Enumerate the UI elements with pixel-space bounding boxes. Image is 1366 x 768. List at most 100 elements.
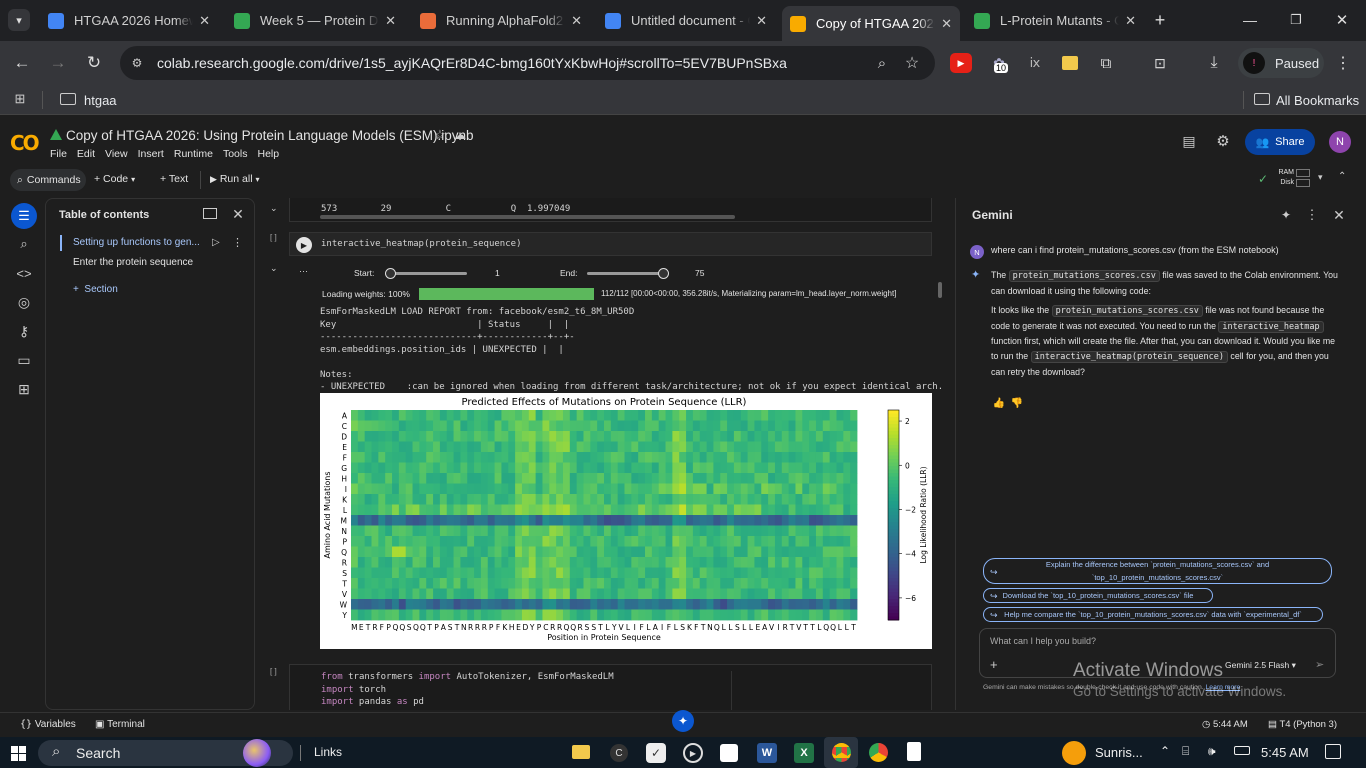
youtube-extension-icon[interactable]: ▶ bbox=[950, 53, 972, 73]
suggestion-chip-1[interactable]: ↪ Explain the difference between `protein… bbox=[983, 558, 1332, 584]
data-table-icon[interactable]: ⊞ bbox=[14, 379, 34, 399]
store-app-icon[interactable] bbox=[720, 744, 738, 762]
gemini-menu-icon[interactable]: ⋮ bbox=[1304, 207, 1320, 223]
code-cell[interactable]: ▶ interactive_heatmap(protein_sequence) bbox=[289, 232, 932, 256]
comments-icon[interactable]: ▤ bbox=[1180, 132, 1198, 150]
menu-edit[interactable]: Edit bbox=[77, 148, 95, 160]
terminal-button[interactable]: ▣ Terminal bbox=[95, 719, 145, 730]
close-tab-icon[interactable]: ✕ bbox=[756, 13, 767, 29]
browser-tab[interactable]: Week 5 — Protein Design✕ bbox=[226, 6, 404, 35]
links-toolbar[interactable]: Links bbox=[314, 745, 342, 759]
puzzle-extensions-icon[interactable]: ⧉ bbox=[1096, 53, 1116, 73]
browser-tab[interactable]: Untitled document - Google Docs✕ bbox=[597, 6, 775, 35]
files-folder-icon[interactable]: ▭ bbox=[14, 350, 34, 370]
run-cell-play-icon[interactable]: ▶ bbox=[296, 237, 312, 253]
close-tab-icon[interactable]: ✕ bbox=[941, 16, 952, 32]
settings-gear-icon[interactable]: ⚙ bbox=[1214, 132, 1232, 150]
resources-dropdown-icon[interactable]: ▾ bbox=[1318, 172, 1323, 183]
menu-runtime[interactable]: Runtime bbox=[174, 148, 213, 160]
suggestion-chip-2[interactable]: ↪ Download the `top_10_protein_mutations_… bbox=[983, 588, 1213, 603]
close-panel-icon[interactable]: ✕ bbox=[230, 206, 246, 222]
runtime-status[interactable]: ▤ T4 (Python 3) bbox=[1268, 719, 1337, 730]
minimize-icon[interactable]: — bbox=[1240, 10, 1260, 30]
url-text[interactable]: colab.research.google.com/drive/1s5_ayjK… bbox=[157, 55, 787, 71]
apps-grid-icon[interactable]: ⊞ bbox=[12, 91, 28, 107]
notebook-title[interactable]: Copy of HTGAA 2026: Using Protein Langua… bbox=[66, 128, 473, 143]
taskbar-search-box[interactable]: ⌕ Search bbox=[38, 739, 293, 767]
close-window-icon[interactable]: ✕ bbox=[1332, 10, 1352, 30]
toc-item-menu-icon[interactable]: ⋮ bbox=[232, 236, 243, 249]
browser-tab[interactable]: HTGAA 2026 Homework✕ bbox=[40, 6, 218, 35]
word-icon[interactable]: W bbox=[757, 743, 777, 763]
browser-tab[interactable]: Copy of HTGAA 2026: Using✕ bbox=[782, 6, 960, 41]
variables-button[interactable]: {} Variables bbox=[20, 719, 76, 730]
menu-tools[interactable]: Tools bbox=[223, 148, 248, 160]
menu-file[interactable]: File bbox=[50, 148, 67, 160]
all-bookmarks-link[interactable]: All Bookmarks bbox=[1276, 93, 1359, 108]
open-in-tab-icon[interactable] bbox=[203, 208, 217, 219]
start-slider[interactable] bbox=[385, 268, 467, 279]
gemini-fab-icon[interactable]: ✦ bbox=[672, 710, 694, 732]
download-icon[interactable]: ⤓ bbox=[1204, 53, 1224, 73]
chrome-icon[interactable] bbox=[832, 743, 851, 762]
next-cell-source[interactable]: from transformers import AutoTokenizer, … bbox=[321, 671, 614, 709]
new-tab-icon[interactable]: + bbox=[1150, 10, 1170, 30]
cell-source[interactable]: interactive_heatmap(protein_sequence) bbox=[321, 238, 521, 251]
back-icon[interactable]: ← bbox=[12, 53, 32, 73]
suggestion-chip-3[interactable]: ↪ Help me compare the `top_10_protein_mut… bbox=[983, 607, 1323, 622]
star-notebook-icon[interactable]: ☆ bbox=[432, 127, 448, 143]
chrome-menu-icon[interactable]: ⋮ bbox=[1335, 53, 1351, 73]
colab-logo[interactable]: CO bbox=[10, 131, 40, 155]
forward-icon[interactable]: → bbox=[48, 53, 68, 73]
next-code-cell[interactable]: from transformers import AutoTokenizer, … bbox=[289, 664, 932, 710]
add-section-button[interactable]: + Section bbox=[73, 284, 118, 295]
excel-icon[interactable]: X bbox=[794, 743, 814, 763]
gemini-input[interactable]: What can I help you build? bbox=[990, 636, 1096, 646]
menu-insert[interactable]: Insert bbox=[138, 148, 164, 160]
toc-item-setup[interactable]: Setting up functions to gen... bbox=[73, 237, 200, 248]
send-icon[interactable]: ➢ bbox=[1315, 658, 1324, 671]
site-info-icon[interactable]: ⚙ bbox=[128, 54, 146, 72]
sparkle-new-chat-icon[interactable]: ✦ bbox=[1278, 207, 1294, 223]
close-tab-icon[interactable]: ✕ bbox=[1125, 13, 1136, 29]
output-scrollbar[interactable] bbox=[938, 282, 942, 298]
output-collapse-chevron-icon[interactable]: ⌄ bbox=[270, 263, 278, 274]
add-text-button[interactable]: + Text bbox=[160, 173, 188, 185]
browser-tab[interactable]: L-Protein Mutants - Google Sheets✕ bbox=[966, 6, 1144, 35]
network-icon[interactable]: ⌸ bbox=[1182, 744, 1189, 759]
reload-icon[interactable]: ↻ bbox=[84, 53, 104, 73]
file-explorer-icon[interactable] bbox=[572, 745, 590, 759]
find-replace-icon[interactable]: ⌕ bbox=[14, 234, 34, 254]
account-avatar[interactable]: N bbox=[1329, 131, 1351, 153]
profile-paused-button[interactable]: ! Paused bbox=[1238, 48, 1324, 78]
taskbar-clock[interactable]: 5:45 AM bbox=[1261, 745, 1309, 760]
run-section-play-icon[interactable]: ▷ bbox=[212, 237, 220, 248]
tray-chevron-icon[interactable]: ⌃ bbox=[1160, 744, 1170, 758]
folder-extension-icon[interactable] bbox=[1062, 56, 1078, 70]
restore-icon[interactable]: ❐ bbox=[1286, 10, 1306, 30]
close-tab-icon[interactable]: ✕ bbox=[571, 13, 582, 29]
menu-help[interactable]: Help bbox=[257, 148, 279, 160]
toc-list-icon[interactable]: ☰ bbox=[11, 203, 37, 229]
bookmark-folder-htgaa[interactable]: htgaa bbox=[84, 93, 117, 108]
toc-item-enter-sequence[interactable]: Enter the protein sequence bbox=[73, 257, 193, 268]
bookmark-star-icon[interactable]: ☆ bbox=[902, 53, 922, 73]
weather-label[interactable]: Sunris... bbox=[1095, 745, 1143, 760]
tab-search-icon[interactable]: ▾ bbox=[8, 9, 30, 31]
zoom-icon[interactable]: ⌕ bbox=[872, 53, 892, 73]
translate-extension-icon[interactable]: ⅸ bbox=[1025, 53, 1045, 73]
run-all-button[interactable]: ▶ Run all ▾ bbox=[210, 173, 259, 185]
menu-view[interactable]: View bbox=[105, 148, 128, 160]
collapse-header-icon[interactable]: ⌃ bbox=[1338, 171, 1346, 182]
check-app-icon[interactable]: ✓ bbox=[646, 743, 666, 763]
thumbs-down-icon[interactable]: 👎 bbox=[1011, 397, 1023, 409]
resources-labels[interactable]: RAM Disk bbox=[1276, 168, 1294, 188]
add-code-button[interactable]: + Code ▾ bbox=[94, 173, 135, 185]
battery-icon[interactable] bbox=[1234, 746, 1250, 755]
start-slider-handle[interactable] bbox=[385, 268, 396, 279]
close-tab-icon[interactable]: ✕ bbox=[199, 13, 210, 29]
commands-button[interactable]: ⌕ Commands bbox=[10, 169, 86, 191]
add-attachment-icon[interactable]: + bbox=[990, 657, 998, 672]
close-gemini-icon[interactable]: ✕ bbox=[1331, 207, 1347, 223]
end-slider-handle[interactable] bbox=[658, 268, 669, 279]
